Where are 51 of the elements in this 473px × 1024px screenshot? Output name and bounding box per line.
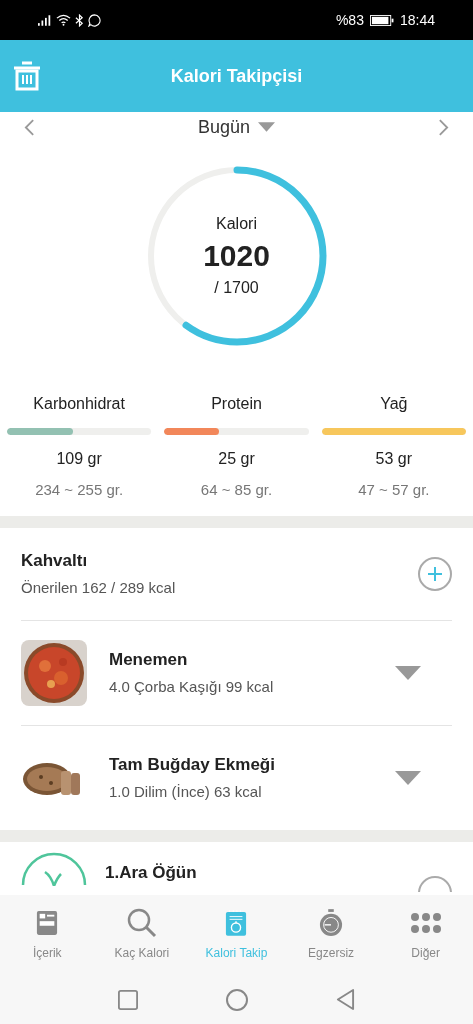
signal-icon [38,14,52,26]
plus-icon [427,565,443,582]
chevron-left-icon[interactable] [24,118,35,136]
search-icon [126,908,157,938]
macro-range: 47 ~ 57 gr. [358,480,430,500]
meal-subtitle: Önerilen 162 / 289 kcal [21,578,176,598]
add-button[interactable] [418,556,452,591]
battery-percent: %83 [335,10,364,30]
caret-icon [258,122,276,132]
nav-tab[interactable]: Diğer [378,895,473,975]
sprout-icon [21,851,87,886]
square-icon[interactable] [118,989,138,1010]
food-name: Menemen [109,648,189,671]
calorie-goal: / 1700 [214,278,259,298]
meal-title: 1.Ara Öğün [105,861,197,884]
clock: 18:44 [399,10,435,30]
caret-icon[interactable] [395,665,421,680]
page-icon [36,910,59,936]
header-title: Kalori Takipçisi [170,64,303,88]
macro-amount: 25 gr [218,449,255,469]
calorie-label: Kalori [216,214,257,234]
battery-icon [369,14,394,26]
macro-range: 234 ~ 255 gr. [35,480,124,500]
macro-amount: 109 gr [56,449,102,469]
delete-button[interactable] [12,60,42,92]
date-dropdown[interactable]: Bugün [197,113,276,141]
circle-icon[interactable] [226,988,248,1011]
nav-tab[interactable]: İçerik [0,895,95,975]
meal-title: Kahvaltı [21,549,89,572]
wifi-icon [56,14,71,26]
notepad-apple-icon [225,909,248,937]
macro-amount: 53 gr [375,449,413,469]
calorie-value: 1020 [203,238,270,274]
stopwatch-icon [319,909,344,937]
more-icon [409,912,442,934]
chat-bubble-icon [88,13,101,27]
macro-range: 64 ~ 85 gr. [200,480,273,500]
food-detail: 4.0 Çorba Kaşığı 99 kcal [109,677,275,697]
macro-name: Karbonhidrat [33,394,125,414]
macro-name: Protein [211,394,262,414]
trash-icon [12,60,42,92]
bluetooth-icon [75,13,84,27]
back-triangle-icon[interactable] [336,989,355,1010]
nav-tab[interactable]: Egzersiz [283,895,379,975]
nav-tab[interactable]: Kalori Takip [189,895,284,975]
macro-name: Yağ [380,394,408,414]
food-detail: 1.0 Dilim (İnce) 63 kcal [109,782,263,802]
nav-tab[interactable]: Kaç Kalori [94,895,190,975]
caret-icon[interactable] [395,770,421,785]
chevron-right-icon[interactable] [438,118,449,136]
food-name: Tam Buğday Ekmeği [109,753,276,776]
